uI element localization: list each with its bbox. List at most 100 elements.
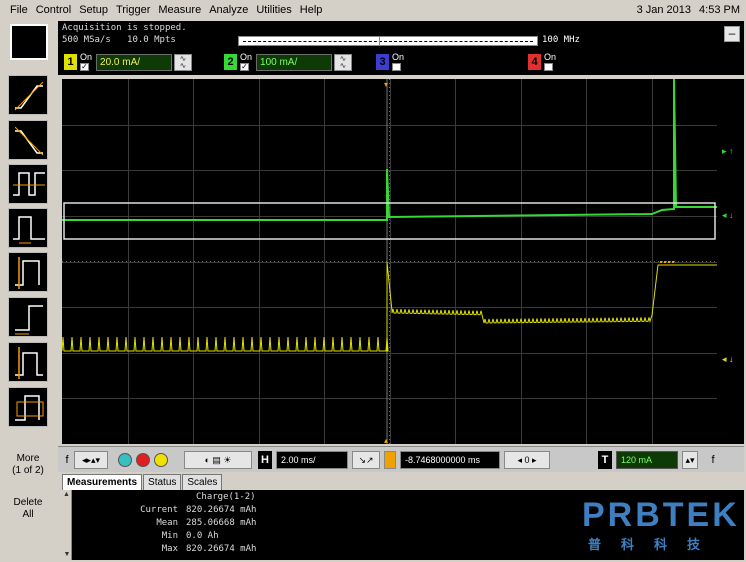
- runt-icon: [15, 347, 43, 379]
- channel-2-on-checkbox[interactable]: [240, 63, 249, 71]
- results-tabs: Measurements Status Scales: [62, 474, 223, 490]
- info-symbol: f: [65, 454, 69, 466]
- channel-2-scale-field[interactable]: 100 mA/: [256, 53, 333, 71]
- measurement-value-current: 820.26674 mAh: [186, 505, 257, 515]
- channel-1-level-dot: [664, 261, 666, 263]
- time-label: 4:53 PM: [699, 4, 740, 16]
- glitch-icon: [13, 216, 45, 244]
- trigger-position-field[interactable]: -8.7468000000 ms: [400, 451, 500, 469]
- watermark-logo: PRBTEK 普科科技: [582, 496, 740, 558]
- setup-hold-trigger-button[interactable]: [8, 252, 48, 292]
- channel-3-number[interactable]: 3: [376, 54, 389, 70]
- channel-offset-markers: ▸ ↑ ◂ ↓ ◂ ↓: [717, 79, 744, 444]
- menu-setup[interactable]: Setup: [75, 0, 112, 20]
- sample-rate: 500 MSa/s: [62, 35, 111, 45]
- runt-trigger-button[interactable]: [8, 342, 48, 382]
- window-icon: [15, 395, 44, 421]
- trigger-level-spinner[interactable]: ▴▾: [682, 451, 698, 469]
- measurement-value-mean: 285.06668 mAh: [186, 518, 257, 528]
- falling-edge-trigger-button[interactable]: [8, 120, 48, 160]
- channel-1-offset-marker[interactable]: ◂ ↓: [722, 354, 734, 364]
- setup-hold-icon: [15, 257, 40, 289]
- channel-1-level-dot: [668, 261, 670, 263]
- tab-scales[interactable]: Scales: [182, 474, 223, 490]
- watermark-text: PRBTEK: [582, 496, 740, 534]
- channel-2-ground-marker[interactable]: ▸ ↑: [722, 146, 734, 156]
- menu-control[interactable]: Control: [32, 0, 75, 20]
- date-label: 3 Jan 2013: [636, 4, 692, 16]
- trigger-position-marker: [384, 451, 396, 469]
- waveform-overview-bar[interactable]: [238, 36, 538, 46]
- more-label: More: [16, 453, 40, 464]
- glitch-trigger-button[interactable]: [8, 208, 48, 248]
- position-arrows-button[interactable]: ◂ 0 ▸: [504, 451, 550, 469]
- trigger-level-field[interactable]: 120 mA: [616, 451, 678, 469]
- overview-trace: [243, 41, 533, 43]
- delete-all-label: All: [22, 509, 34, 520]
- bottom-control-bar: f ◂▸▴▾ ◐ ▤ ☀ H 2.00 ms/ ↘↗ -8.7468000000…: [58, 446, 744, 472]
- zoom-arrows-button[interactable]: ◂▸▴▾: [74, 451, 108, 469]
- cyan-marker-button[interactable]: [118, 453, 132, 467]
- trigger-label: T: [598, 451, 612, 469]
- measurement-value-max: 820.26674 mAh: [186, 544, 257, 554]
- measurement-title: Charge(1-2): [196, 492, 256, 502]
- window-trigger-button[interactable]: [8, 387, 48, 427]
- trigger-marker-top: ▾: [384, 80, 388, 89]
- yellow-marker-button[interactable]: [154, 453, 168, 467]
- watermark-subtext: 普科科技: [588, 537, 721, 552]
- channel-2-waveform-options-button[interactable]: ∿ ∿: [334, 53, 353, 71]
- tab-measurements[interactable]: Measurements: [62, 474, 143, 490]
- horizontal-scale-field[interactable]: 2.00 ms/: [276, 451, 348, 469]
- channel-4-control: 4 On: [528, 51, 556, 73]
- menu-analyze[interactable]: Analyze: [205, 0, 252, 20]
- scroll-up-icon[interactable]: ▲: [62, 490, 71, 500]
- channel-2-trace: [62, 78, 717, 221]
- menu-help[interactable]: Help: [296, 0, 327, 20]
- memory-depth: 10.0 Mpts: [127, 35, 176, 45]
- channel-1-on-checkbox[interactable]: [80, 63, 89, 71]
- trigger-info-symbol: f: [711, 454, 715, 466]
- tab-status[interactable]: Status: [143, 474, 182, 490]
- timeout-icon: [15, 305, 43, 335]
- display-toggle-button[interactable]: [10, 24, 48, 60]
- channel-1-waveform-options-button[interactable]: ∿ ∿: [174, 53, 193, 71]
- collapse-panel-button[interactable]: –: [724, 26, 740, 42]
- trigger-marker-bottom: ▴: [384, 436, 388, 444]
- delete-all-button[interactable]: Delete All: [4, 497, 52, 521]
- acquisition-status: Acquisition is stopped.: [62, 23, 187, 33]
- more-button[interactable]: More (1 of 2): [4, 453, 52, 477]
- measurement-label-mean: Mean: [156, 518, 178, 528]
- channel-1-level-dot: [672, 261, 674, 263]
- rising-edge-trigger-button[interactable]: [8, 75, 48, 115]
- menu-file[interactable]: File: [0, 0, 32, 20]
- menu-trigger[interactable]: Trigger: [112, 0, 154, 20]
- sample-rate-info: 500 MSa/s 10.0 Mpts: [62, 35, 176, 45]
- bandwidth-label: 100 MHz: [542, 35, 580, 45]
- display-tools-button[interactable]: ◐ ▤ ☀: [184, 451, 252, 469]
- channel-2-control: 2 On 100 mA/ ∿∿: [224, 51, 353, 73]
- clock: 3 Jan 2013 4:53 PM: [637, 0, 740, 20]
- delete-label: Delete: [13, 497, 43, 508]
- channel-4-on-checkbox[interactable]: [544, 63, 553, 71]
- channel-1-on-label: On: [80, 52, 93, 62]
- rising-edge-icon: [14, 81, 44, 111]
- waveform-display[interactable]: ▾ ▴: [61, 78, 717, 445]
- timeout-trigger-button[interactable]: [8, 297, 48, 337]
- channel-2-number[interactable]: 2: [224, 54, 237, 70]
- oscilloscope-app: File Control Setup Trigger Measure Analy…: [0, 0, 746, 562]
- trigger-edge-toggle[interactable]: ↘↗: [352, 451, 380, 469]
- menu-measure[interactable]: Measure: [154, 0, 205, 20]
- channel-4-number[interactable]: 4: [528, 54, 541, 70]
- channel-1-number[interactable]: 1: [64, 54, 77, 70]
- red-marker-button[interactable]: [136, 453, 150, 467]
- channel-3-on-checkbox[interactable]: [392, 63, 401, 71]
- horizontal-label: H: [258, 451, 272, 469]
- channel-2-on-label: On: [240, 52, 253, 62]
- falling-edge-icon: [14, 126, 44, 156]
- channel-2-offset-marker[interactable]: ◂ ↓: [722, 210, 734, 220]
- menu-utilities[interactable]: Utilities: [252, 0, 295, 20]
- channel-1-level-dot: [660, 261, 662, 263]
- channel-1-scale-field[interactable]: 20.0 mA/: [96, 53, 173, 71]
- waveform-graticule: ▾▴: [61, 78, 717, 445]
- pulse-width-trigger-button[interactable]: [8, 164, 48, 204]
